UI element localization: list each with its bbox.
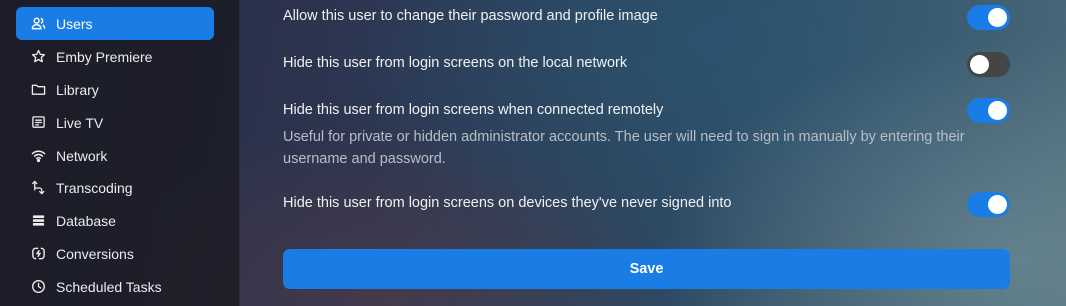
toggle-knob (988, 8, 1007, 27)
star-icon (30, 49, 46, 65)
sidebar-item-scheduled-tasks[interactable]: Scheduled Tasks (16, 270, 214, 303)
setting-label-change-password: Allow this user to change their password… (283, 8, 658, 24)
sidebar-item-conversions[interactable]: Conversions (16, 237, 214, 270)
hide-local-network-toggle[interactable] (967, 52, 1010, 77)
sidebar-item-label: Network (56, 147, 108, 164)
sidebar-item-live-tv[interactable]: Live TV (16, 106, 214, 139)
folder-icon (30, 82, 46, 98)
sidebar-item-transcoding[interactable]: Transcoding (16, 171, 214, 204)
setting-label-hide-unknown-devices: Hide this user from login screens on dev… (283, 195, 732, 211)
setting-label-hide-local: Hide this user from login screens on the… (283, 55, 628, 71)
wifi-icon (30, 148, 46, 164)
toggle-knob (988, 101, 1007, 120)
users-icon (30, 16, 46, 32)
sidebar-item-label: Scheduled Tasks (56, 278, 162, 295)
setting-description-hide-remote: Useful for private or hidden administrat… (283, 129, 965, 167)
sidebar-item-label: Live TV (56, 114, 104, 131)
conversions-icon (30, 246, 46, 262)
transcode-icon (30, 180, 46, 196)
hide-remote-toggle[interactable] (967, 98, 1010, 123)
sidebar-item-library[interactable]: Library (16, 73, 214, 106)
hide-unknown-devices-toggle[interactable] (967, 192, 1010, 217)
change-password-toggle[interactable] (967, 5, 1010, 30)
sidebar: Users Emby Premiere Library Live TV Netw… (0, 0, 240, 306)
toggle-knob (970, 55, 989, 74)
sidebar-item-label: Transcoding (56, 179, 133, 196)
sidebar-item-users[interactable]: Users (16, 7, 214, 40)
database-icon (30, 213, 46, 229)
sidebar-item-label: Database (56, 212, 116, 229)
live-tv-icon (30, 115, 46, 131)
sidebar-item-emby-premiere[interactable]: Emby Premiere (16, 40, 214, 73)
clock-icon (30, 279, 46, 295)
sidebar-item-label: Conversions (56, 245, 134, 262)
sidebar-item-label: Library (56, 81, 99, 98)
sidebar-item-network[interactable]: Network (16, 139, 214, 172)
sidebar-item-database[interactable]: Database (16, 204, 214, 237)
user-settings-panel: Allow this user to change their password… (240, 0, 1066, 306)
sidebar-item-label: Emby Premiere (56, 48, 153, 65)
sidebar-item-label: Users (56, 15, 93, 32)
setting-label-hide-remote: Hide this user from login screens when c… (283, 102, 664, 118)
save-button[interactable]: Save (283, 249, 1010, 289)
toggle-knob (988, 195, 1007, 214)
